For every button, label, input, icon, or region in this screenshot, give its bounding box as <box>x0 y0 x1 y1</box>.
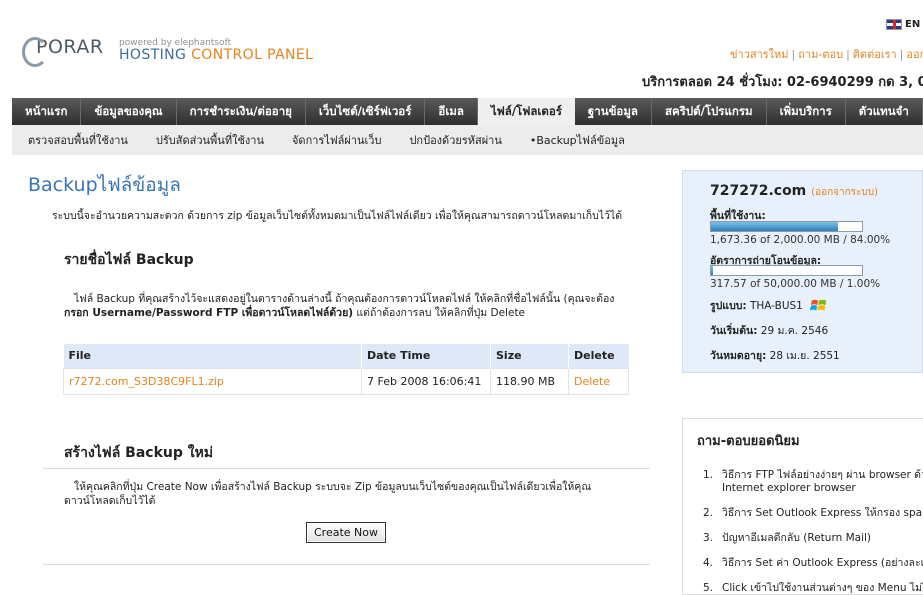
col-delete: Delete <box>568 344 629 368</box>
col-datetime: Date Time <box>361 344 491 368</box>
faq-item[interactable]: 5. Click เข้าไปใช้งานส่วนต่างๆ ของ Menu … <box>703 582 923 595</box>
logout-link[interactable]: (ออกจากระบบ) <box>811 187 878 198</box>
backup-list-note-rest: แต่ถ้าต้องการลบ ให้คลิกที่ปุ่ม Delete <box>353 307 526 319</box>
subtab-check-space[interactable]: ตรวจสอบพื้นที่ใช้งาน <box>12 131 142 149</box>
create-backup-note: ให้คุณคลิกที่ปุ่ม Create Now เพื่อสร้างไ… <box>64 480 624 508</box>
space-value: 1,673.36 of 2,000.00 MB / 84.00% <box>710 234 891 246</box>
size-cell: 118.90 MB <box>490 367 569 395</box>
backup-file-link[interactable]: r7272.com_S3D38C9FL1.zip <box>69 375 224 388</box>
tab-add-service[interactable]: เพิ่มบริการ <box>767 98 846 125</box>
backup-list-note-line1: ไฟล์ Backup ที่คุณสร้างไว้จะแสดงอยู่ในตา… <box>74 293 615 305</box>
faq-item[interactable]: 1. วิธีการ FTP ไฟล์อย่างง่ายๆ ผ่าน brows… <box>703 469 923 495</box>
backup-list-heading: รายชื่อไฟล์ Backup <box>64 252 194 268</box>
backup-list-note: ไฟล์ Backup ที่คุณสร้างไว้จะแสดงอยู่ในตา… <box>64 292 624 320</box>
create-now-button[interactable]: Create Now <box>306 522 386 543</box>
faq-text: วิธีการ Set Outlook Express ให้กรอง spam… <box>722 507 923 519</box>
subtab-password-protect[interactable]: ปกป้องด้วยรหัสผ่าน <box>395 131 515 149</box>
logo-mark <box>22 37 48 67</box>
product-name: HOSTING CONTROL PANEL <box>119 47 313 63</box>
transfer-usage-fill <box>711 266 713 275</box>
expire-value: 28 เม.ย. 2551 <box>769 350 840 362</box>
faq-text: วิธีการ Set ค่า Outlook Express (อย่างละ… <box>722 557 923 569</box>
divider <box>43 468 650 469</box>
faq-line1: วิธีการ FTP ไฟล์อย่างง่ายๆ ผ่าน browser … <box>722 469 923 481</box>
link-news[interactable]: ข่าวสารใหม่ <box>730 48 789 61</box>
space-usage-fill <box>711 222 838 231</box>
link-faq[interactable]: ถาม-ตอบ <box>798 48 843 61</box>
logo[interactable]: PORAR <box>22 36 104 67</box>
page-title: Backupไฟล์ข้อมูล <box>28 174 181 196</box>
faq-num: 4. <box>703 557 714 569</box>
tab-reseller[interactable]: ตัวแทนจำ <box>846 98 923 125</box>
tab-payment[interactable]: การชำระเงิน/ต่ออายุ <box>177 98 306 125</box>
flag-en-icon <box>886 19 902 30</box>
main-nav: หน้าแรก ข้อมูลของคุณ การชำระเงิน/ต่ออายุ… <box>12 98 923 125</box>
faq-item[interactable]: 4. วิธีการ Set ค่า Outlook Express (อย่า… <box>703 557 923 570</box>
faq-line2: Internet explorer browser <box>722 482 856 494</box>
start-date-row: วันเริ่มต้น: 29 ม.ค. 2546 <box>710 322 828 339</box>
windows-logo-icon <box>810 299 827 311</box>
divider-bottom <box>43 564 650 565</box>
account-info-panel: 727272.com (ออกจากระบบ) พื้นที่ใช้งาน: 1… <box>682 170 923 373</box>
tab-email[interactable]: อีเมล <box>425 98 478 125</box>
faq-num: 1. <box>703 469 714 481</box>
faq-panel: ถาม-ตอบยอดนิยม 1. วิธีการ FTP ไฟล์อย่างง… <box>682 418 923 595</box>
faq-title: ถาม-ตอบยอดนิยม <box>697 434 800 449</box>
faq-list: 1. วิธีการ FTP ไฟล์อย่างง่ายๆ ผ่าน brows… <box>703 469 923 595</box>
account-domain: 727272.com (ออกจากระบบ) <box>710 183 878 200</box>
link-contact[interactable]: ติดต่อเรา <box>853 48 897 61</box>
sub-nav: ตรวจสอบพื้นที่ใช้งาน ปรับสัดส่วนพื้นที่ใ… <box>12 125 923 155</box>
faq-item[interactable]: 2. วิธีการ Set Outlook Express ให้กรอง s… <box>703 507 923 520</box>
create-backup-heading: สร้างไฟล์ Backup ใหม่ <box>64 445 214 461</box>
faq-text: Click เข้าไปใช้งานส่วนต่างๆ ของ Menu ไม่… <box>722 582 923 594</box>
plan-row: รูปแบบ: THA-BUS1 <box>710 297 828 315</box>
faq-text: วิธีการ FTP ไฟล์อย่างง่ายๆ ผ่าน browser … <box>722 469 923 495</box>
start-label: วันเริ่มต้น: <box>710 325 758 337</box>
create-note-line1: ให้คุณคลิกที่ปุ่ม Create Now เพื่อสร้างไ… <box>74 481 592 493</box>
expire-label: วันหมดอายุ: <box>710 350 767 362</box>
language-label: EN <box>905 19 921 30</box>
page-description: ระบบนี้จะอำนวยความสะดวก ด้วยการ zip ข้อม… <box>52 210 623 222</box>
col-size: Size <box>490 344 569 368</box>
product-brand: powered by elephantsoft HOSTING CONTROL … <box>119 38 313 63</box>
col-file: File <box>63 344 362 368</box>
expire-date-row: วันหมดอายุ: 28 เม.ย. 2551 <box>710 347 840 364</box>
top-links: ข่าวสารใหม่|ถาม-ตอบ|ติดต่อเรา|ออกร <box>730 45 923 63</box>
plan-label: รูปแบบ: <box>710 300 747 312</box>
tab-your-info[interactable]: ข้อมูลของคุณ <box>81 98 177 125</box>
link-more[interactable]: ออกร <box>906 48 923 61</box>
tab-website-server[interactable]: เว็บไซต์/เซิร์ฟเวอร์ <box>306 98 426 125</box>
subtab-adjust-space[interactable]: ปรับสัดส่วนพื้นที่ใช้งาน <box>142 131 278 149</box>
language-switch[interactable]: EN <box>886 19 920 30</box>
tab-files-folders[interactable]: ไฟล์/โฟลเดอร์ <box>477 98 575 125</box>
domain-name: 727272.com <box>710 183 807 199</box>
faq-text: ปัญหาอีเมลตีกลับ (Return Mail) <box>722 532 871 544</box>
product-hosting: HOSTING <box>119 47 187 63</box>
faq-num: 5. <box>703 582 714 594</box>
start-value: 29 ม.ค. 2546 <box>760 325 829 337</box>
backup-files-table: File Date Time Size Delete r7272.com_S3D… <box>63 344 629 395</box>
faq-item[interactable]: 3. ปัญหาอีเมลตีกลับ (Return Mail) <box>703 532 923 545</box>
subtab-web-file-manager[interactable]: จัดการไฟล์ผ่านเว็บ <box>278 131 395 149</box>
faq-num: 3. <box>703 532 714 544</box>
tab-home[interactable]: หน้าแรก <box>12 98 82 125</box>
transfer-usage-bar <box>710 265 863 276</box>
product-rest: CONTROL PANEL <box>186 47 314 63</box>
file-cell: r7272.com_S3D38C9FL1.zip <box>63 367 362 395</box>
tab-scripts[interactable]: สคริปต์/โปรแกรม <box>652 98 767 125</box>
faq-num: 2. <box>703 507 714 519</box>
datetime-cell: 7 Feb 2008 16:06:41 <box>361 367 491 395</box>
delete-cell: Delete <box>568 367 629 395</box>
create-note-line2: ดาวน์โหลดเก็บไว้ได้ <box>64 495 156 507</box>
service-hotline: บริการตลอด 24 ชั่วโมง: 02-6940299 กด 3, … <box>642 75 923 90</box>
tab-database[interactable]: ฐานข้อมูล <box>575 98 652 125</box>
table-row: r7272.com_S3D38C9FL1.zip 7 Feb 2008 16:0… <box>63 367 629 395</box>
subtab-backup[interactable]: •Backupไฟล์ข้อมูล <box>516 131 639 149</box>
plan-value: THA-BUS1 <box>749 300 803 312</box>
backup-list-note-bold: กรอก Username/Password FTP เพื่อดาวน์โหล… <box>64 307 354 319</box>
transfer-value: 317.57 of 50,000.00 MB / 1.00% <box>710 278 881 290</box>
delete-link[interactable]: Delete <box>574 375 610 388</box>
space-usage-bar <box>710 221 863 232</box>
